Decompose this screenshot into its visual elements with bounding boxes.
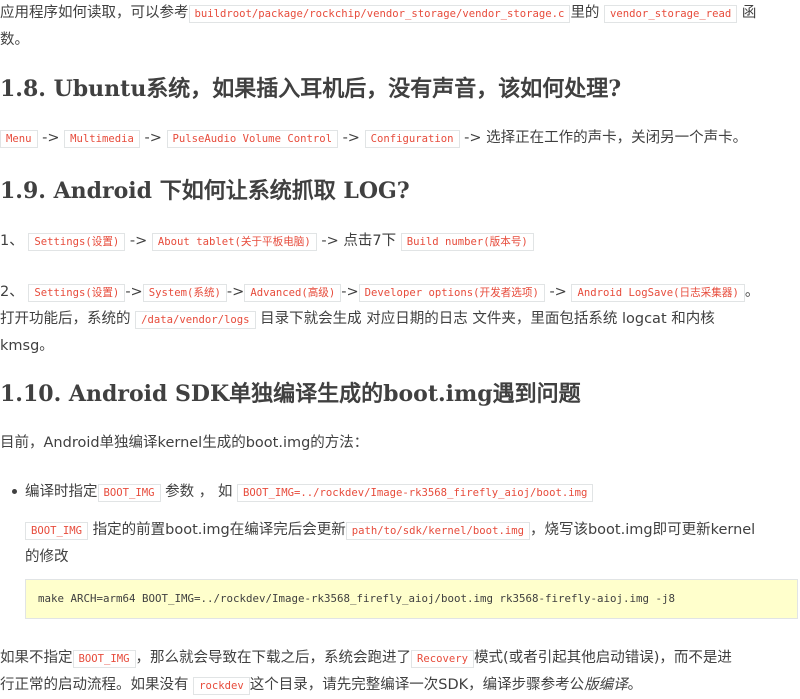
recovery-code: Recovery bbox=[411, 650, 475, 668]
bullet-icon bbox=[12, 489, 17, 494]
list-item: 编译时指定 BOOT_IMG 参数 ， 如 BOOT_IMG=../rockdev… bbox=[0, 479, 800, 506]
outro-emphasis: 版编译 bbox=[584, 677, 628, 693]
vendor-storage-read-code: vendor_storage_read bbox=[604, 5, 738, 23]
code-block: make ARCH=arm64 BOOT_IMG=../rockdev/Imag… bbox=[25, 579, 798, 619]
arrow: -> bbox=[342, 130, 360, 146]
intro-text: 里的 bbox=[570, 5, 600, 21]
end-punct: 。 bbox=[744, 284, 760, 300]
outro-text: 行正常的启动流程。如果没有 bbox=[0, 677, 189, 693]
step-code: Menu bbox=[0, 130, 38, 148]
ubuntu-audio-steps: Menu -> Multimedia -> PulseAudio Volume … bbox=[0, 125, 747, 152]
outro-paragraph: 如果不指定 BOOT_IMG ，那么就会导致在下载之后，系统会跑进了 Recovery… bbox=[0, 645, 800, 699]
step-code: PulseAudio Volume Control bbox=[166, 130, 338, 148]
arrow: -> bbox=[129, 233, 148, 249]
rockdev-code: rockdev bbox=[193, 677, 250, 695]
section-heading-1-9: 1.9. Android 下如何让系统抓取 LOG? bbox=[0, 178, 410, 204]
boot-img-note: BOOT_IMG 指定的前置boot.img在编译完后会更新 path/to/sd… bbox=[25, 517, 800, 570]
boot-img-code: BOOT_IMG bbox=[97, 484, 161, 502]
log-dir-text: 打开功能后，系统的 bbox=[0, 311, 131, 327]
outro-text: 模式(或者引起其他启动错误)，而不是进 bbox=[474, 650, 732, 666]
item-number: 1、 bbox=[0, 233, 24, 249]
outro-text: ，那么就会导致在下载之后，系统会跑进了 bbox=[135, 650, 412, 666]
step-code: System(系统) bbox=[142, 284, 227, 302]
note-text: ，烧写该boot.img即可更新kernel bbox=[529, 522, 756, 538]
kernel-boot-path-code: path/to/sdk/kernel/boot.img bbox=[345, 522, 530, 540]
arrow: -> bbox=[144, 130, 162, 146]
section-heading-1-8: 1.8. Ubuntu系统，如果插入耳机后，没有声音，该如何处理? bbox=[0, 76, 622, 102]
arrow: -> bbox=[42, 130, 60, 146]
log-step-1: 1、 Settings(设置) -> About tablet(关于平板电脑) … bbox=[0, 228, 534, 255]
item-number: 2、 bbox=[0, 284, 24, 300]
note-text: 的修改 bbox=[25, 549, 69, 565]
bullet-text: 参数 ， 如 bbox=[165, 484, 233, 500]
boot-img-code: BOOT_IMG bbox=[72, 650, 136, 668]
note-text: 指定的前置boot.img在编译完后会更新 bbox=[92, 522, 346, 538]
intro-text: 应用程序如何读取，可以参考 bbox=[0, 5, 189, 21]
step-code: Developer options(开发者选项) bbox=[358, 284, 545, 302]
settings-code: Settings(设置) bbox=[28, 233, 126, 251]
bullet-text: 编译时指定 bbox=[25, 484, 98, 500]
click-7-text: -> 点击7下 bbox=[321, 233, 397, 249]
boot-img-path-code: BOOT_IMG=../rockdev/Image-rk3568_firefly… bbox=[236, 484, 594, 502]
boot-img-intro: 目前，Android单独编译kernel生成的boot.img的方法： bbox=[0, 430, 368, 456]
outro-text: 如果不指定 bbox=[0, 650, 73, 666]
bullet-list: 编译时指定 BOOT_IMG 参数 ， 如 BOOT_IMG=../rockdev… bbox=[0, 479, 800, 506]
about-tablet-code: About tablet(关于平板电脑) bbox=[151, 233, 317, 251]
intro-text: 数。 bbox=[0, 32, 29, 48]
intro-text: 函 bbox=[741, 5, 757, 21]
log-dir-text: 目录下就会生成 对应日期的日志 文件夹，里面包括系统 logcat 和内核 bbox=[260, 311, 715, 327]
step-code: Settings(设置) bbox=[28, 284, 126, 302]
step-code: Configuration bbox=[364, 130, 460, 148]
log-step-2: 2、 Settings(设置) -> System(系统) -> Advanced(高级… bbox=[0, 279, 800, 359]
step-code: Android LogSave(日志采集器) bbox=[571, 284, 745, 302]
log-dir-code: /data/vendor/logs bbox=[135, 311, 256, 329]
vendor-storage-path-code: buildroot/package/rockchip/vendor_storag… bbox=[188, 5, 571, 23]
log-dir-text: kmsg。 bbox=[0, 338, 54, 354]
step-code: Multimedia bbox=[64, 130, 140, 148]
arrow: -> bbox=[464, 130, 482, 146]
make-command: make ARCH=arm64 BOOT_IMG=../rockdev/Imag… bbox=[25, 579, 798, 619]
arrow: -> bbox=[549, 284, 567, 300]
boot-img-code: BOOT_IMG bbox=[25, 522, 89, 540]
step-code: Advanced(高级) bbox=[244, 284, 342, 302]
arrow: -> bbox=[226, 284, 245, 300]
build-number-code: Build number(版本号) bbox=[400, 233, 534, 251]
outro-text: 。 bbox=[627, 677, 643, 693]
intro-paragraph: 应用程序如何读取，可以参考 buildroot/package/rockchip/… bbox=[0, 0, 800, 53]
outro-text: 这个目录，请先完整编译一次SDK，编译步骤参考公 bbox=[249, 677, 585, 693]
arrow: -> bbox=[341, 284, 359, 300]
arrow: -> bbox=[125, 284, 143, 300]
intro-text: 目前，Android单独编译kernel生成的boot.img的方法： bbox=[0, 435, 369, 451]
step-tail-text: 选择正在工作的声卡，关闭另一个声卡。 bbox=[486, 130, 748, 146]
section-heading-1-10: 1.10. Android SDK单独编译生成的boot.img遇到问题 bbox=[0, 381, 581, 407]
